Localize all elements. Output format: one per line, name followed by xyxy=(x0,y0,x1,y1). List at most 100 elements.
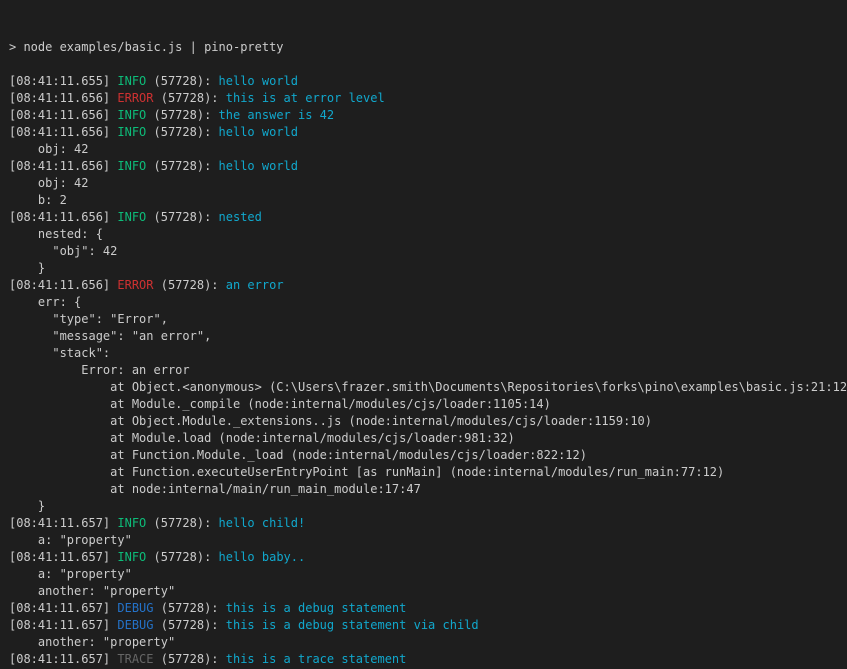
terminal-line: at node:internal/main/run_main_module:17… xyxy=(9,481,847,498)
log-timestamp: [08:41:11.656] xyxy=(9,125,117,139)
log-pid: (57728): xyxy=(146,210,218,224)
terminal-line: at Function.Module._load (node:internal/… xyxy=(9,447,847,464)
log-detail-text: at node:internal/main/run_main_module:17… xyxy=(9,482,421,496)
log-level: DEBUG xyxy=(117,601,153,615)
log-pid: (57728): xyxy=(146,125,218,139)
log-detail-text: obj: 42 xyxy=(9,142,88,156)
log-level: INFO xyxy=(117,108,146,122)
terminal-log-line: [08:41:11.657] DEBUG (57728): this is a … xyxy=(9,600,847,617)
terminal-log-line: [08:41:11.656] ERROR (57728): an error xyxy=(9,277,847,294)
log-detail-text: another: "property" xyxy=(9,635,175,649)
log-pid: (57728): xyxy=(154,652,226,666)
log-detail-text: } xyxy=(9,261,45,275)
log-level: INFO xyxy=(117,516,146,530)
terminal-line: b: 2 xyxy=(9,192,847,209)
log-timestamp: [08:41:11.657] xyxy=(9,601,117,615)
log-detail-text: nested: { xyxy=(9,227,103,241)
terminal-line: err: { xyxy=(9,294,847,311)
log-timestamp: [08:41:11.656] xyxy=(9,278,117,292)
log-message: hello baby.. xyxy=(219,550,306,564)
log-message: hello world xyxy=(219,159,298,173)
log-message: hello world xyxy=(219,125,298,139)
log-detail-text: at Module.load (node:internal/modules/cj… xyxy=(9,431,515,445)
terminal-log-line: [08:41:11.656] INFO (57728): the answer … xyxy=(9,107,847,124)
terminal-log-line: [08:41:11.657] INFO (57728): hello baby.… xyxy=(9,549,847,566)
log-detail-text: a: "property" xyxy=(9,533,132,547)
log-level: INFO xyxy=(117,74,146,88)
terminal-line: another: "property" xyxy=(9,583,847,600)
log-pid: (57728): xyxy=(146,516,218,530)
terminal-log-line: [08:41:11.656] INFO (57728): hello world xyxy=(9,158,847,175)
terminal-line: nested: { xyxy=(9,226,847,243)
terminal-line: "stack": xyxy=(9,345,847,362)
terminal[interactable]: > node examples/basic.js | pino-pretty [0… xyxy=(0,0,847,669)
terminal-line: obj: 42 xyxy=(9,141,847,158)
terminal-log-line: [08:41:11.657] INFO (57728): hello child… xyxy=(9,515,847,532)
log-message: hello child! xyxy=(219,516,306,530)
log-message: this is a trace statement xyxy=(226,652,407,666)
terminal-line xyxy=(9,56,847,73)
log-level: INFO xyxy=(117,159,146,173)
log-level: INFO xyxy=(117,210,146,224)
log-detail-text: err: { xyxy=(9,295,81,309)
log-timestamp: [08:41:11.656] xyxy=(9,159,117,173)
log-message: this is a debug statement xyxy=(226,601,407,615)
log-detail-text: a: "property" xyxy=(9,567,132,581)
terminal-log-line: [08:41:11.656] INFO (57728): nested xyxy=(9,209,847,226)
terminal-line: obj: 42 xyxy=(9,175,847,192)
terminal-line: another: "property" xyxy=(9,634,847,651)
log-detail-text: "message": "an error", xyxy=(9,329,211,343)
terminal-line: at Object.Module._extensions..js (node:i… xyxy=(9,413,847,430)
log-timestamp: [08:41:11.656] xyxy=(9,91,117,105)
log-level: INFO xyxy=(117,550,146,564)
log-timestamp: [08:41:11.655] xyxy=(9,74,117,88)
terminal-line: at Object.<anonymous> (C:\Users\frazer.s… xyxy=(9,379,847,396)
terminal-line: "message": "an error", xyxy=(9,328,847,345)
log-pid: (57728): xyxy=(154,91,226,105)
log-message: nested xyxy=(219,210,262,224)
log-detail-text: "stack": xyxy=(9,346,110,360)
log-pid: (57728): xyxy=(146,550,218,564)
log-detail-text: at Function.Module._load (node:internal/… xyxy=(9,448,587,462)
log-detail-text: b: 2 xyxy=(9,193,67,207)
log-message: this is at error level xyxy=(226,91,385,105)
log-detail-text: "obj": 42 xyxy=(9,244,117,258)
terminal-line: at Module._compile (node:internal/module… xyxy=(9,396,847,413)
log-detail-text: obj: 42 xyxy=(9,176,88,190)
log-detail-text: } xyxy=(9,499,45,513)
command-text: > node examples/basic.js | pino-pretty xyxy=(9,40,284,54)
log-detail-text: at Object.Module._extensions..js (node:i… xyxy=(9,414,652,428)
terminal-line: a: "property" xyxy=(9,532,847,549)
log-pid: (57728): xyxy=(146,74,218,88)
terminal-line: "obj": 42 xyxy=(9,243,847,260)
log-message: the answer is 42 xyxy=(219,108,335,122)
terminal-log-line: [08:41:11.655] INFO (57728): hello world xyxy=(9,73,847,90)
terminal-line: a: "property" xyxy=(9,566,847,583)
terminal-line: at Function.executeUserEntryPoint [as ru… xyxy=(9,464,847,481)
terminal-output: > node examples/basic.js | pino-pretty [0… xyxy=(9,39,847,669)
log-pid: (57728): xyxy=(154,601,226,615)
log-level: ERROR xyxy=(117,278,153,292)
log-message: an error xyxy=(226,278,284,292)
log-detail-text: at Module._compile (node:internal/module… xyxy=(9,397,551,411)
log-detail-text: at Function.executeUserEntryPoint [as ru… xyxy=(9,465,724,479)
log-detail-text: Error: an error xyxy=(9,363,190,377)
log-detail-text: "type": "Error", xyxy=(9,312,168,326)
terminal-log-line: [08:41:11.657] DEBUG (57728): this is a … xyxy=(9,617,847,634)
log-detail-text: another: "property" xyxy=(9,584,175,598)
log-timestamp: [08:41:11.656] xyxy=(9,210,117,224)
log-timestamp: [08:41:11.657] xyxy=(9,516,117,530)
terminal-line: > node examples/basic.js | pino-pretty xyxy=(9,39,847,56)
terminal-line: at Module.load (node:internal/modules/cj… xyxy=(9,430,847,447)
terminal-log-line: [08:41:11.656] INFO (57728): hello world xyxy=(9,124,847,141)
terminal-line: Error: an error xyxy=(9,362,847,379)
log-pid: (57728): xyxy=(154,278,226,292)
terminal-log-line: [08:41:11.657] TRACE (57728): this is a … xyxy=(9,651,847,668)
log-timestamp: [08:41:11.657] xyxy=(9,652,117,666)
log-timestamp: [08:41:11.656] xyxy=(9,108,117,122)
terminal-line: "type": "Error", xyxy=(9,311,847,328)
log-timestamp: [08:41:11.657] xyxy=(9,550,117,564)
log-level: INFO xyxy=(117,125,146,139)
terminal-line: } xyxy=(9,498,847,515)
log-detail-text: at Object.<anonymous> (C:\Users\frazer.s… xyxy=(9,380,847,394)
